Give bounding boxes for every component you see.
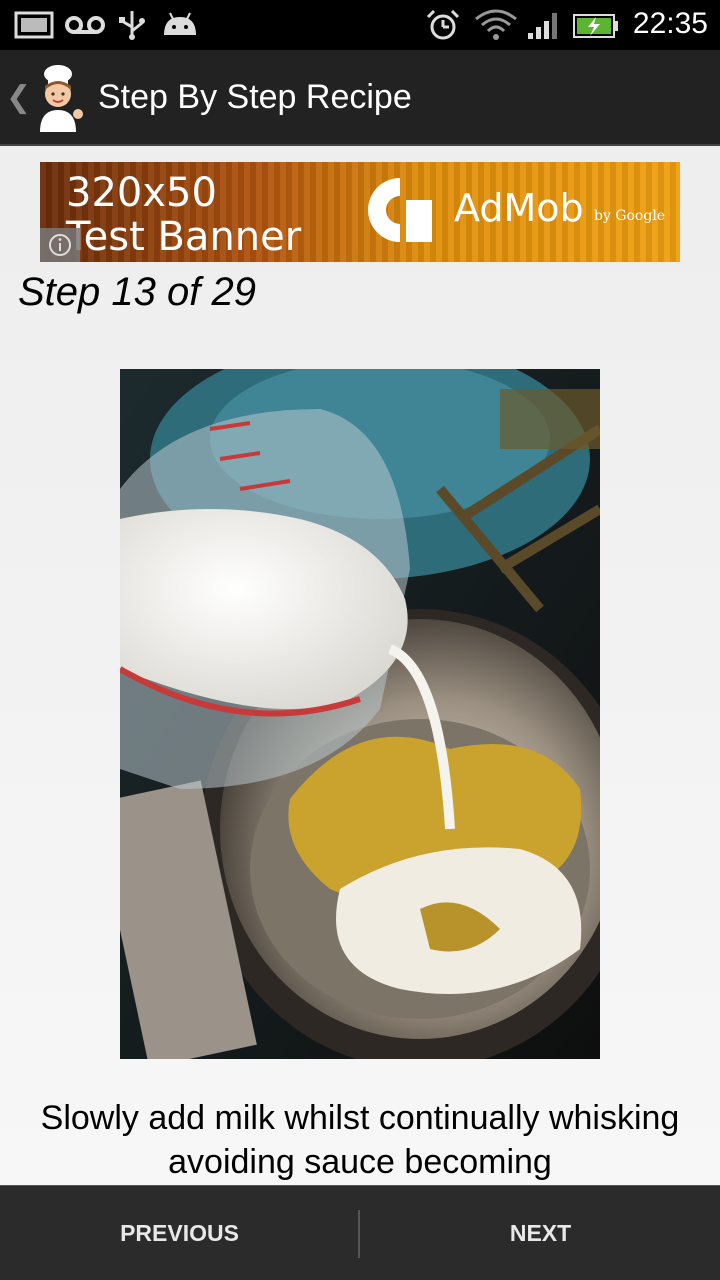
admob-logo-icon xyxy=(368,178,432,242)
signal-icon xyxy=(528,13,557,39)
screenshot-icon xyxy=(14,11,54,39)
android-debug-icon xyxy=(164,12,196,35)
step-counter: Step 13 of 29 xyxy=(18,270,256,314)
status-bar: 22:35 xyxy=(0,0,720,50)
ad-by-google: by Google xyxy=(594,208,666,224)
usb-icon xyxy=(119,11,145,40)
ad-brand: AdMob xyxy=(454,186,584,230)
info-icon[interactable] xyxy=(40,228,80,262)
previous-button[interactable]: PREVIOUS xyxy=(0,1186,359,1280)
next-button[interactable]: NEXT xyxy=(361,1186,720,1280)
status-time: 22:35 xyxy=(632,7,708,40)
alarm-icon xyxy=(426,9,460,40)
step-description: Slowly add milk whilst continually whisk… xyxy=(40,1099,680,1181)
ad-size-text: 320x50 xyxy=(66,170,217,216)
recipe-step-photo xyxy=(120,369,600,1059)
ad-banner[interactable]: 320x50 Test Banner AdMob by Google xyxy=(40,162,680,262)
ad-test-text: Test Banner xyxy=(66,214,302,260)
wifi-icon xyxy=(475,9,517,40)
battery-charging-icon xyxy=(573,14,618,38)
nav-divider xyxy=(358,1210,360,1258)
action-bar: ❮ Step By Step Recipe xyxy=(0,50,720,146)
app-title: Step By Step Recipe xyxy=(98,78,412,116)
chevron-left-icon[interactable]: ❮ xyxy=(6,80,31,115)
chef-icon[interactable] xyxy=(30,64,86,132)
voicemail-icon xyxy=(65,16,105,34)
bottom-nav-bar: PREVIOUS NEXT xyxy=(0,1185,720,1280)
